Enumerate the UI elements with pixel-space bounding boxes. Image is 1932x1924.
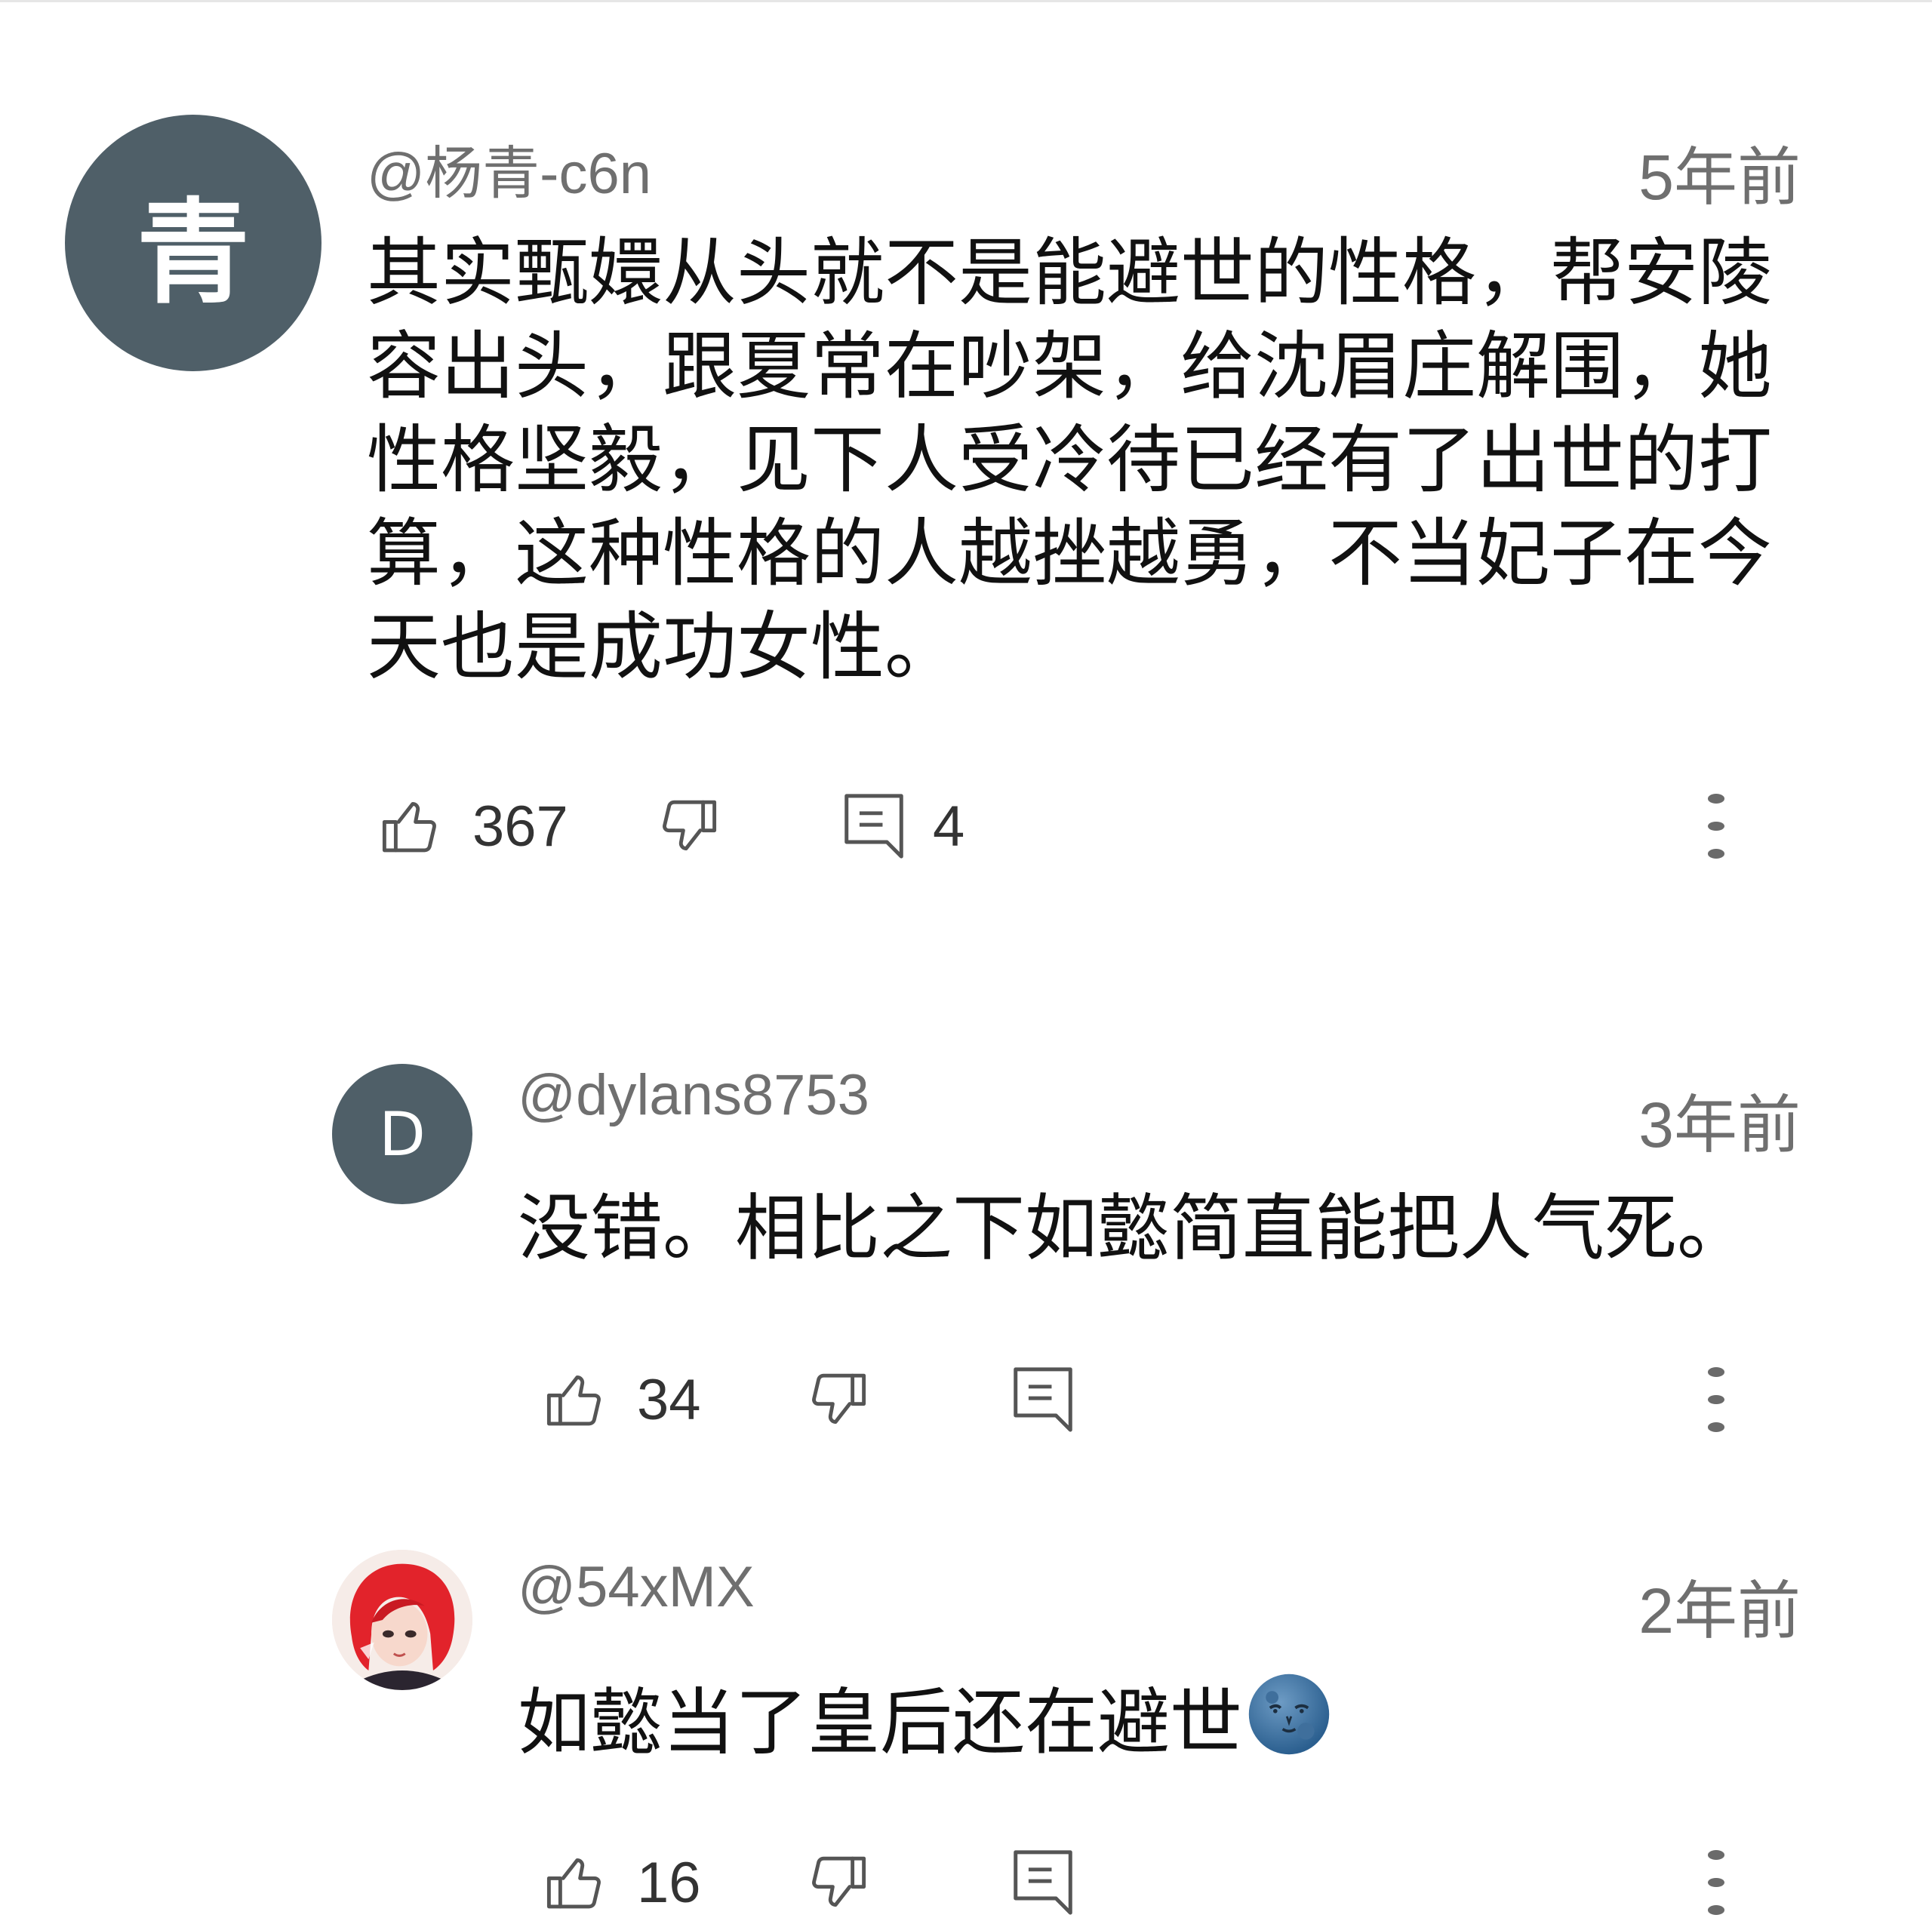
comment-actions: 34 — [0, 1358, 1932, 1441]
comment-author[interactable]: @54xMX — [518, 1554, 755, 1620]
comment-text: 如懿当了皇后还在避世 — [518, 1680, 1242, 1765]
avatar[interactable] — [332, 1550, 472, 1690]
more-options-button[interactable] — [1694, 1358, 1739, 1441]
reply-button[interactable]: 4 — [842, 785, 964, 868]
thumbs-down-icon — [654, 792, 721, 860]
thumbs-down-icon — [803, 1366, 871, 1434]
comment-text: 其实甄嬛从头就不是能避世的性格，帮安陵容出头，跟夏常在吵架，给沈眉庄解围，她性格… — [367, 230, 1773, 690]
like-count: 367 — [472, 794, 568, 859]
reply-comment: D @dylans8753 3年前 没错。相比之下如懿简直能把人气死。 34 — [0, 1041, 1932, 1464]
comment-timestamp: 5年前 — [1638, 142, 1801, 213]
avatar[interactable]: D — [332, 1064, 472, 1204]
thumbs-up-icon — [542, 1366, 610, 1434]
reply-button[interactable] — [1011, 1358, 1075, 1441]
avatar-initial: D — [379, 1099, 426, 1169]
more-options-button[interactable] — [1694, 1841, 1739, 1924]
reply-comment: @54xMX 2年前 如懿当了皇后还在避世 16 — [0, 1539, 1932, 1916]
red-haired-girl-avatar — [332, 1550, 472, 1690]
avatar[interactable]: 青 — [65, 115, 321, 371]
comment-text-container: 如懿当了皇后还在避世 — [518, 1672, 1816, 1778]
comment-text: 没错。相比之下如懿简直能把人气死。 — [518, 1186, 1749, 1271]
comment-actions: 367 4 — [0, 785, 1932, 868]
like-button[interactable]: 367 — [377, 785, 568, 868]
comment-author[interactable]: @dylans8753 — [518, 1062, 869, 1128]
dislike-button[interactable] — [803, 1841, 871, 1924]
dislike-button[interactable] — [654, 785, 721, 868]
comment-actions: 16 — [0, 1841, 1932, 1924]
reply-count: 4 — [933, 794, 965, 859]
like-count: 16 — [637, 1850, 701, 1915]
new-moon-face-emoji — [1247, 1672, 1331, 1778]
reply-comment-icon — [842, 791, 906, 862]
like-button[interactable]: 16 — [542, 1841, 701, 1924]
more-vertical-icon — [1708, 794, 1724, 804]
comment-timestamp: 3年前 — [1638, 1090, 1801, 1160]
like-button[interactable]: 34 — [542, 1358, 701, 1441]
thumbs-up-icon — [377, 792, 445, 860]
like-count: 34 — [637, 1367, 701, 1432]
dislike-button[interactable] — [803, 1358, 871, 1441]
more-vertical-icon — [1708, 1367, 1724, 1377]
thumbs-down-icon — [803, 1849, 871, 1916]
comment-timestamp: 2年前 — [1638, 1575, 1801, 1646]
reply-button[interactable] — [1011, 1841, 1075, 1924]
more-vertical-icon — [1708, 1850, 1724, 1860]
more-options-button[interactable] — [1694, 785, 1739, 868]
comment-author[interactable]: @杨青-c6n — [367, 127, 651, 210]
thumbs-up-icon — [542, 1849, 610, 1916]
avatar-initial: 青 — [136, 187, 250, 319]
comment-thread: 青 @杨青-c6n 5年前 其实甄嬛从头就不是能避世的性格，帮安陵容出头，跟夏常… — [0, 0, 1932, 951]
reply-comment-icon — [1011, 1364, 1075, 1435]
